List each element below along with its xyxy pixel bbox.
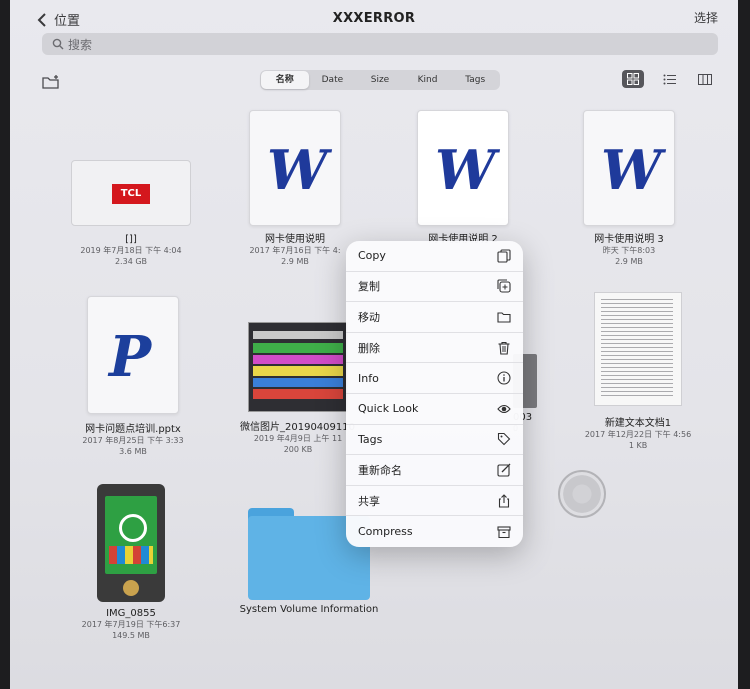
column-view-button[interactable] [694, 70, 716, 88]
file-size: 149.5 MB [112, 631, 150, 640]
menu-item-delete[interactable]: 删除 [346, 333, 523, 364]
tcl-logo: TCL [112, 184, 150, 204]
file-date: 2017 年7月16日 下午 4: [249, 246, 341, 255]
trash-icon [498, 341, 510, 355]
copy-docs-icon [497, 249, 511, 263]
sort-kind-tab[interactable]: Kind [404, 71, 452, 89]
file-item[interactable]: IMG_0855 2017 年7月19日 下午6:37 149.5 MB [66, 484, 196, 641]
select-button[interactable]: 选择 [694, 9, 718, 26]
file-name: 网卡问题点培训.pptx [85, 424, 181, 435]
menu-item-move[interactable]: 移动 [346, 302, 523, 333]
sort-tags-tab[interactable]: Tags [451, 71, 499, 89]
menu-item-label: 共享 [358, 494, 380, 508]
file-name: []] [125, 234, 137, 245]
file-date: 2017 年8月25日 下午 3:33 [82, 436, 184, 445]
list-icon [663, 74, 676, 84]
file-thumbnail: TCL [71, 160, 191, 226]
file-thumbnail: W [249, 110, 341, 226]
file-size: 2.34 GB [114, 257, 148, 266]
image-thumbnail [97, 484, 165, 602]
file-thumbnail: W [583, 110, 675, 226]
toolbar: 名称 Date Size Kind Tags [10, 66, 738, 94]
file-item[interactable]: W 网卡使用说明 3 昨天 下午8:03 2.9 MB [564, 110, 694, 267]
file-thumbnail: W [417, 110, 509, 226]
file-size: 2.9 MB [281, 257, 309, 266]
file-item[interactable]: 新建文本文档1 2017 年12月22日 下午 4:56 1 KB [568, 292, 708, 451]
menu-item-label: 移动 [358, 310, 380, 324]
menu-item-info[interactable]: Info [346, 363, 523, 394]
search-field[interactable]: 搜索 [42, 33, 718, 55]
columns-icon [698, 73, 712, 85]
menu-item-quick-look[interactable]: Quick Look [346, 394, 523, 425]
menu-item-copy[interactable]: Copy [346, 241, 523, 272]
word-doc-icon: W [267, 138, 328, 202]
file-size: 3.6 MB [119, 447, 147, 456]
files-browser: 位置 XXXERROR 选择 搜索 名称 Date Size Kind Tags [10, 0, 738, 689]
sort-date-tab[interactable]: Date [309, 71, 357, 89]
file-date: 2017 年7月19日 下午6:37 [81, 620, 181, 629]
navigation-bar: 位置 XXXERROR 选择 [10, 0, 738, 36]
menu-item-label: Quick Look [358, 402, 419, 416]
share-icon [498, 493, 510, 508]
menu-item-compress[interactable]: Compress [346, 516, 523, 547]
menu-item-tags[interactable]: Tags [346, 425, 523, 456]
archive-icon [497, 526, 511, 538]
file-date: 2019 年7月18日 下午 4:04 [80, 246, 182, 255]
image-thumbnail [248, 322, 348, 412]
sort-name-tab[interactable]: 名称 [261, 71, 309, 89]
menu-item-label: Tags [358, 432, 383, 446]
file-date: 昨天 下午8:03 [602, 246, 656, 255]
menu-item-label: Copy [358, 249, 386, 263]
menu-item-label: 删除 [358, 341, 380, 355]
sort-segmented-control: 名称 Date Size Kind Tags [260, 70, 500, 90]
file-name: 网卡使用说明 [265, 234, 325, 245]
search-icon [52, 38, 64, 50]
file-date: 2017 年12月22日 下午 4:56 [584, 430, 692, 439]
file-item[interactable]: P 网卡问题点培训.pptx 2017 年8月25日 下午 3:33 3.6 M… [68, 296, 198, 457]
file-name: IMG_0855 [106, 608, 156, 619]
menu-item-duplicate[interactable]: 复制 [346, 272, 523, 303]
info-icon [497, 371, 511, 385]
page-title: XXXERROR [332, 11, 416, 26]
file-size: 1 KB [628, 441, 648, 450]
list-view-button[interactable] [658, 70, 680, 88]
file-item[interactable]: W 网卡使用说明 2017 年7月16日 下午 4: 2.9 MB [230, 110, 360, 267]
word-doc-icon: W [601, 138, 662, 202]
file-thumbnail: P [87, 296, 179, 414]
menu-item-label: Compress [358, 525, 413, 539]
menu-item-label: 复制 [358, 280, 380, 294]
menu-item-rename[interactable]: 重新命名 [346, 455, 523, 486]
powerpoint-doc-icon: P [109, 324, 152, 390]
file-name: System Volume Information [239, 604, 379, 615]
context-menu: Copy 复制 移动 删除 Info Quick Look Tags 重新命名 [346, 241, 523, 547]
grid-icon [627, 73, 639, 85]
new-folder-icon[interactable] [42, 74, 60, 90]
search-placeholder: 搜索 [68, 37, 93, 52]
file-name: 新建文本文档1 [604, 418, 672, 429]
text-doc-thumbnail [594, 292, 682, 406]
file-item-selected[interactable]: W 网卡使用说明 2 [398, 110, 528, 245]
view-switcher [622, 70, 716, 88]
file-name: 网卡使用说明 3 [594, 234, 664, 245]
menu-item-label: Info [358, 371, 379, 385]
touch-indicator [558, 470, 606, 518]
rename-icon [497, 463, 511, 477]
menu-item-share[interactable]: 共享 [346, 486, 523, 517]
file-item[interactable]: TCL []] 2019 年7月18日 下午 4:04 2.34 GB [66, 160, 196, 267]
menu-item-label: 重新命名 [358, 463, 402, 477]
tag-icon [497, 433, 511, 446]
icon-view-button[interactable] [622, 70, 644, 88]
folder-icon [497, 312, 511, 323]
word-doc-icon: W [435, 138, 496, 202]
file-size: 2.9 MB [615, 257, 643, 266]
sort-size-tab[interactable]: Size [356, 71, 404, 89]
duplicate-icon [497, 279, 511, 293]
eye-icon [497, 404, 511, 413]
